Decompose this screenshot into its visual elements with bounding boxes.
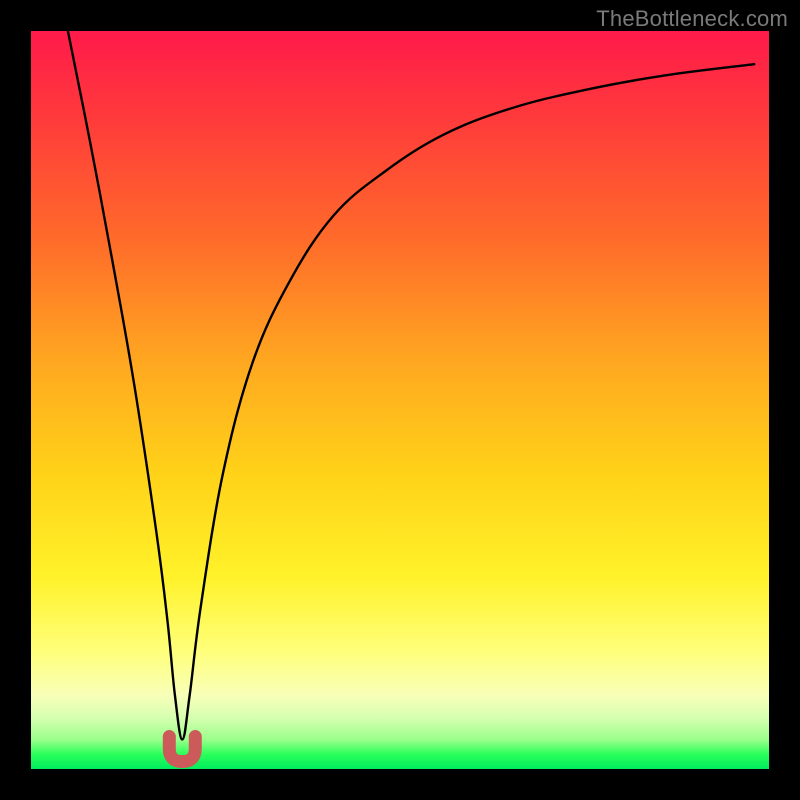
plot-area [31,31,769,769]
chart-frame: TheBottleneck.com [0,0,800,800]
bottleneck-curve [68,31,754,739]
curve-layer [31,31,769,769]
watermark-text: TheBottleneck.com [596,6,788,32]
